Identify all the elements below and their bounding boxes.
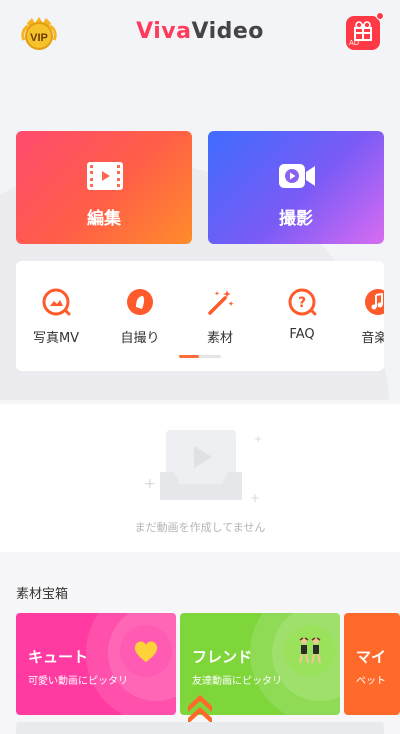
faq-icon: ? — [288, 288, 317, 316]
ad-label: AD — [349, 39, 360, 47]
video-camera-icon — [279, 164, 315, 188]
edit-button[interactable]: 編集 — [16, 131, 192, 244]
tool-label: FAQ — [289, 327, 315, 342]
film-icon — [87, 162, 123, 190]
tool-music[interactable]: 音楽L — [338, 287, 384, 346]
tool-materials[interactable]: 素材 — [180, 287, 260, 346]
material-card-subtitle: 友達動画にピッタリ — [192, 676, 282, 687]
photo-mv-icon — [42, 288, 71, 316]
shoot-label: 撮影 — [279, 209, 313, 229]
material-card-title: キュート — [28, 648, 89, 666]
materials-title: 素材宝箱 — [16, 587, 69, 602]
tool-selfie[interactable]: 自撮り — [100, 287, 180, 346]
tool-photo-mv[interactable]: 写真MV — [16, 287, 96, 346]
empty-message: まだ動画を作成してません — [134, 521, 266, 534]
tool-label: 自撮り — [120, 331, 160, 346]
svg-text:+: + — [254, 434, 262, 445]
material-card-my[interactable]: マイ ペット — [344, 613, 400, 715]
edit-label: 編集 — [87, 209, 121, 229]
music-icon — [365, 289, 384, 315]
empty-tray-icon: + + + — [144, 430, 262, 505]
tool-faq[interactable]: ? FAQ — [262, 287, 342, 342]
svg-text:+: + — [250, 491, 260, 505]
material-card-title: フレンド — [192, 648, 253, 666]
notification-dot — [376, 12, 384, 20]
svg-text:?: ? — [298, 295, 306, 311]
magic-wand-icon — [208, 290, 234, 315]
tool-label: 写真MV — [32, 331, 80, 346]
scroll-up-icon[interactable] — [185, 690, 215, 726]
shoot-button[interactable]: 撮影 — [208, 131, 384, 244]
material-card-title: マイ — [356, 648, 387, 666]
svg-text:+: + — [144, 476, 156, 492]
selfie-icon — [127, 289, 153, 315]
tools-panel: 写真MV 自撮り 素材 ? FAQ 音楽L — [16, 261, 384, 371]
header: VIP VivaVideo AD — [0, 0, 400, 66]
tool-label: 音楽L — [361, 331, 384, 346]
empty-state: + + + まだ動画を作成してません — [0, 404, 400, 552]
next-section-preview — [16, 722, 384, 734]
ad-button[interactable]: AD — [346, 12, 384, 50]
app-logo: VivaVideo — [136, 19, 264, 44]
dancers-icon — [284, 625, 336, 677]
tools-page-indicator — [179, 355, 221, 358]
material-card-subtitle: 可愛い動画にピッタリ — [28, 676, 128, 687]
material-card-subtitle: ペット — [356, 676, 386, 687]
material-card-cute[interactable]: キュート 可愛い動画にピッタリ — [16, 613, 176, 715]
heart-icon — [120, 625, 172, 677]
tool-label: 素材 — [206, 331, 233, 346]
